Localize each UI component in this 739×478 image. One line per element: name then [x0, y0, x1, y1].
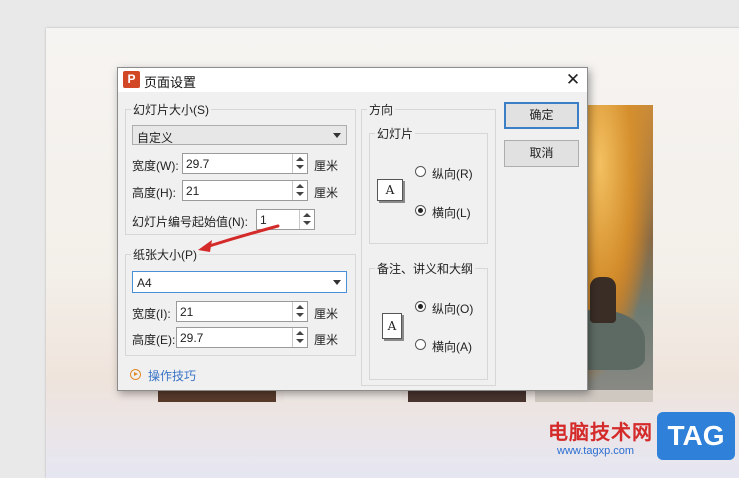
dialog-titlebar: P 页面设置 ✕ [118, 68, 587, 92]
paper-width-label: 宽度(I): [132, 307, 171, 321]
cancel-button[interactable]: 取消 [504, 140, 579, 167]
red-arrow-annotation [198, 224, 280, 252]
paper-height-unit: 厘米 [314, 333, 339, 347]
spin-up-icon[interactable] [296, 331, 304, 335]
slide-thumbnail[interactable] [158, 390, 276, 402]
notes-orientation-label: 备注、讲义和大纲 [375, 260, 476, 277]
painting-figure [590, 277, 616, 323]
paper-size-group-label: 纸张大小(P) [131, 246, 199, 263]
slide-width-unit: 厘米 [314, 159, 339, 173]
slides-portrait-label[interactable]: 纵向(R) [432, 165, 473, 182]
slide-size-select[interactable]: 自定义 [132, 125, 347, 145]
watermark-url: www.tagxp.com [557, 445, 635, 457]
dropdown-arrow-icon [333, 280, 341, 285]
paper-size-value: A4 [137, 276, 152, 290]
slide-width-value: 29.7 [186, 157, 210, 171]
slide-height-unit: 厘米 [314, 186, 339, 200]
notes-portrait-label[interactable]: 纵向(O) [432, 300, 473, 317]
dropdown-arrow-icon [333, 133, 341, 138]
slide-height-label: 高度(H): [132, 186, 176, 200]
spin-down-icon[interactable] [296, 192, 304, 196]
tips-link[interactable]: 操作技巧 [148, 367, 196, 384]
paper-height-stepper[interactable]: 29.7 [176, 327, 308, 348]
paper-width-stepper[interactable]: 21 [176, 301, 308, 322]
spin-up-icon[interactable] [296, 157, 304, 161]
slides-orientation-label: 幻灯片 [375, 125, 416, 142]
slide-size-value: 自定义 [137, 131, 174, 145]
slide-thumbnail[interactable] [408, 390, 526, 402]
spin-up-icon[interactable] [303, 213, 311, 217]
paper-size-select[interactable]: A4 [132, 271, 347, 293]
spin-down-icon[interactable] [296, 165, 304, 169]
orientation-preview-icon: A [382, 313, 402, 339]
slide-size-group-label: 幻灯片大小(S) [131, 101, 211, 118]
notes-landscape-label[interactable]: 横向(A) [432, 338, 472, 355]
ok-button[interactable]: 确定 [504, 102, 579, 129]
slide-height-value: 21 [186, 184, 200, 198]
paper-width-unit: 厘米 [314, 307, 339, 321]
page-setup-dialog: P 页面设置 ✕ 幻灯片大小(S) 自定义 宽度(W): 29.7 厘米 高度(… [117, 67, 588, 391]
close-icon[interactable]: ✕ [562, 69, 584, 91]
slides-landscape-radio[interactable] [415, 205, 426, 216]
play-circle-icon[interactable] [130, 369, 141, 380]
dialog-title: 页面设置 [144, 75, 197, 90]
watermark-site-name: 电脑技术网 [548, 422, 653, 444]
slide-width-stepper[interactable]: 29.7 [182, 153, 308, 174]
app-icon: P [123, 71, 140, 88]
orientation-group-label: 方向 [367, 101, 396, 118]
spin-down-icon[interactable] [296, 339, 304, 343]
orientation-preview-icon: A [377, 179, 403, 201]
notes-landscape-radio[interactable] [415, 339, 426, 350]
slide-height-stepper[interactable]: 21 [182, 180, 308, 201]
paper-width-value: 21 [180, 305, 194, 319]
spin-up-icon[interactable] [296, 305, 304, 309]
spin-down-icon[interactable] [296, 313, 304, 317]
notes-portrait-radio[interactable] [415, 301, 426, 312]
slide-thumbnail[interactable] [535, 390, 653, 402]
slide-thumbnail[interactable] [284, 390, 402, 402]
paper-height-value: 29.7 [180, 331, 204, 345]
spin-down-icon[interactable] [303, 221, 311, 225]
watermark-tag-logo: TAG [657, 412, 735, 460]
paper-height-label: 高度(E): [132, 333, 176, 347]
slide-width-label: 宽度(W): [132, 159, 179, 173]
slides-landscape-label[interactable]: 横向(L) [432, 204, 471, 221]
slides-portrait-radio[interactable] [415, 166, 426, 177]
spin-up-icon[interactable] [296, 184, 304, 188]
